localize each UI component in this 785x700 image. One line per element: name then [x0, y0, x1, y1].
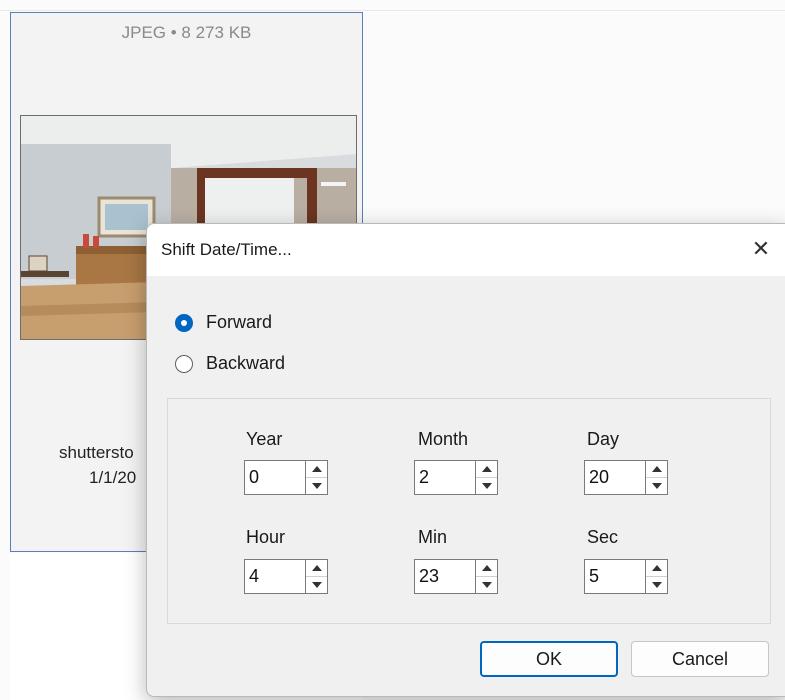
hour-spin-buttons[interactable]	[306, 559, 328, 594]
offset-group-box: Year Month Day Hour Min	[167, 398, 771, 624]
hour-spinner[interactable]	[244, 559, 328, 594]
month-spin-buttons[interactable]	[476, 460, 498, 495]
hour-label: Hour	[246, 527, 286, 547]
shift-datetime-dialog: Shift Date/Time... ✕ Forward Backward Ye…	[146, 223, 785, 697]
min-label: Min	[418, 527, 448, 547]
chevron-down-icon	[651, 582, 662, 588]
close-button[interactable]: ✕	[746, 234, 776, 264]
close-icon: ✕	[751, 236, 771, 261]
hour-input[interactable]	[244, 559, 306, 594]
min-up-button[interactable]	[476, 560, 497, 577]
dialog-title-bar[interactable]: Shift Date/Time... ✕	[147, 224, 785, 276]
sec-up-button[interactable]	[646, 560, 667, 577]
year-spinner[interactable]	[244, 460, 328, 495]
min-spin-buttons[interactable]	[476, 559, 498, 594]
min-input[interactable]	[414, 559, 476, 594]
day-down-button[interactable]	[646, 478, 667, 494]
chevron-down-icon	[481, 582, 492, 588]
month-spinner[interactable]	[414, 460, 498, 495]
year-up-button[interactable]	[306, 461, 327, 478]
radio-forward-label: Forward	[206, 312, 273, 332]
ok-button[interactable]: OK	[480, 641, 618, 677]
sec-spin-buttons[interactable]	[646, 559, 668, 594]
dialog-title: Shift Date/Time...	[161, 240, 292, 259]
radio-backward[interactable]: Backward	[175, 353, 285, 374]
radio-forward[interactable]: Forward	[175, 312, 272, 333]
thumbnail-meta: JPEG • 8 273 KB	[121, 23, 252, 42]
day-up-button[interactable]	[646, 461, 667, 478]
chevron-down-icon	[311, 483, 322, 489]
thumbnail-filename: shuttersto	[59, 443, 134, 462]
day-label: Day	[587, 429, 620, 449]
chevron-up-icon	[481, 466, 492, 472]
chevron-up-icon	[481, 565, 492, 571]
sec-down-button[interactable]	[646, 577, 667, 593]
radio-backward-indicator[interactable]	[175, 354, 193, 373]
year-input[interactable]	[244, 460, 306, 495]
sec-spinner[interactable]	[584, 559, 668, 594]
hour-up-button[interactable]	[306, 560, 327, 577]
sec-input[interactable]	[584, 559, 646, 594]
day-input[interactable]	[584, 460, 646, 495]
chevron-down-icon	[481, 483, 492, 489]
month-down-button[interactable]	[476, 478, 497, 494]
sec-label: Sec	[587, 527, 619, 547]
year-spin-buttons[interactable]	[306, 460, 328, 495]
chevron-down-icon	[651, 483, 662, 489]
day-spinner[interactable]	[584, 460, 668, 495]
radio-forward-indicator[interactable]	[175, 313, 193, 332]
month-label: Month	[418, 429, 469, 449]
radio-backward-label: Backward	[206, 353, 286, 373]
month-up-button[interactable]	[476, 461, 497, 478]
top-divider	[0, 10, 785, 11]
min-down-button[interactable]	[476, 577, 497, 593]
cancel-button[interactable]: Cancel	[631, 641, 769, 677]
day-spin-buttons[interactable]	[646, 460, 668, 495]
chevron-up-icon	[651, 466, 662, 472]
min-spinner[interactable]	[414, 559, 498, 594]
chevron-up-icon	[311, 565, 322, 571]
month-input[interactable]	[414, 460, 476, 495]
chevron-up-icon	[311, 466, 322, 472]
year-label: Year	[246, 429, 283, 449]
chevron-down-icon	[311, 582, 322, 588]
year-down-button[interactable]	[306, 478, 327, 494]
chevron-up-icon	[651, 565, 662, 571]
thumbnail-date: 1/1/20	[89, 468, 137, 487]
hour-down-button[interactable]	[306, 577, 327, 593]
